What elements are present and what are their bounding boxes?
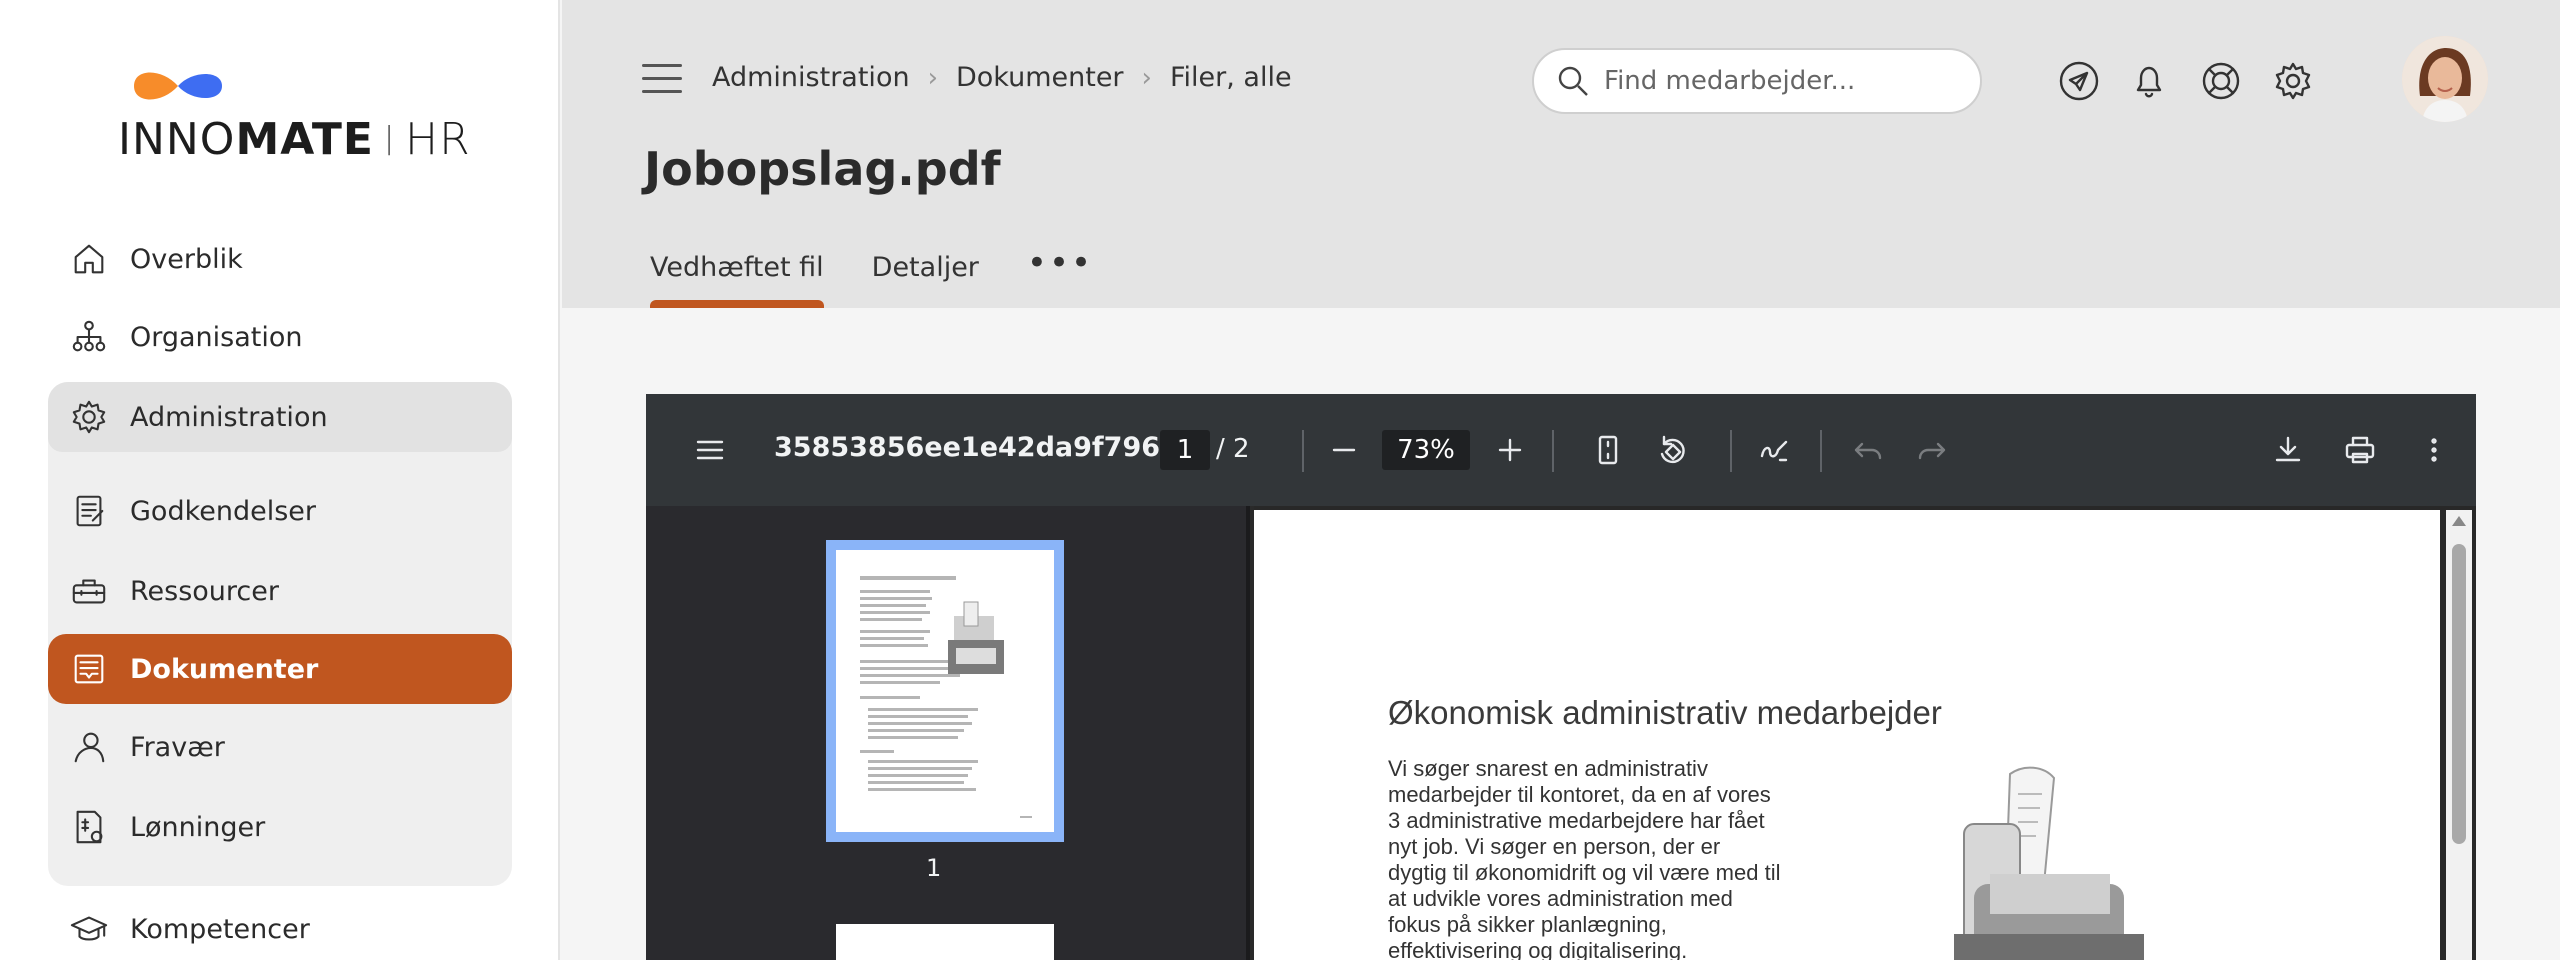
zoom-level-input[interactable]: 73% [1382, 430, 1470, 470]
pdf-page: Økonomisk administrativ medarbejder Vi s… [1254, 510, 2440, 960]
header: Administration › Dokumenter › Filer, all… [562, 0, 2560, 308]
page-count: / 2 [1216, 434, 1250, 464]
sidebar-item-label: Fravær [130, 731, 225, 763]
sidebar: INNOMATE | HR Overblik Organisation Admini… [0, 0, 560, 960]
scroll-up-arrow-icon[interactable] [2452, 516, 2466, 526]
tab-bar: Vedhæftet fil Detaljer ••• [650, 243, 1093, 308]
sidebar-item-label: Dokumenter [130, 653, 319, 685]
sidebar-item-overblik[interactable]: Overblik [48, 224, 512, 294]
pdf-viewer: 35853856ee1e42da9f796... 1 / 2 73% 1 Øko… [646, 394, 2476, 960]
sidebar-item-label: Organisation [130, 321, 303, 353]
sidebar-item-label: Kompetencer [130, 913, 310, 945]
page-number-input[interactable]: 1 [1160, 430, 1210, 470]
infinity-logo-icon [134, 72, 222, 100]
help-lifebuoy-icon[interactable] [2198, 58, 2244, 104]
graduation-cap-icon [68, 908, 110, 950]
more-options-icon[interactable]: ••• [1027, 243, 1093, 283]
user-avatar[interactable] [2402, 36, 2488, 122]
breadcrumb: Administration › Dokumenter › Filer, all… [712, 62, 1292, 93]
brand-wordmark: INNOMATE | HR [118, 114, 471, 165]
person-icon [68, 726, 110, 768]
search-icon [1558, 66, 1588, 96]
toolbar-divider [1552, 430, 1554, 472]
home-icon [68, 238, 110, 280]
thumbnail-pane: 1 [646, 506, 1250, 960]
document-line: nyt job. Vi søger en person, der er [1388, 834, 1721, 859]
undo-icon[interactable] [1846, 428, 1890, 472]
sidebar-item-label: Lønninger [130, 811, 266, 843]
sidebar-item-label: Overblik [130, 243, 243, 275]
document-line: effektivisering og digitalisering. [1388, 938, 1688, 960]
breadcrumb-item[interactable]: Filer, alle [1170, 62, 1292, 93]
page-scrollbar[interactable] [2446, 510, 2472, 960]
sidebar-item-ressourcer[interactable]: Ressourcer [48, 556, 512, 626]
thumbnail-content-icon [860, 576, 1032, 818]
chevron-right-icon: › [1141, 62, 1152, 93]
toolbar-divider [1820, 430, 1822, 472]
sidebar-item-organisation[interactable]: Organisation [48, 302, 512, 372]
sidebar-item-administration[interactable]: Administration [48, 382, 512, 452]
toolbar-divider [1730, 430, 1732, 472]
page-thumbnail[interactable] [836, 924, 1054, 960]
document-title: Økonomisk administrativ medarbejder [1388, 694, 1942, 731]
document-icon [68, 648, 110, 690]
page-title: Jobopslag.pdf [644, 142, 1001, 196]
document-line: at udvikle vores administration med [1388, 886, 1733, 911]
sidebar-item-label: Godkendelser [130, 495, 317, 527]
pdf-filename: 35853856ee1e42da9f796... [774, 432, 1191, 463]
fit-page-icon[interactable] [1586, 428, 1630, 472]
document-body: Vi søger snarest en administrativ medarb… [1388, 756, 1848, 960]
rotate-icon[interactable] [1650, 428, 1694, 472]
settings-gear-icon[interactable] [2270, 58, 2316, 104]
tab-attached-file[interactable]: Vedhæftet fil [650, 252, 824, 308]
sidebar-toggle-icon[interactable] [688, 428, 732, 472]
toolbar-divider [1302, 430, 1304, 472]
scrollbar-thumb[interactable] [2452, 544, 2466, 844]
thumbnail-page-number: 1 [926, 854, 942, 882]
print-icon[interactable] [2338, 428, 2382, 472]
sidebar-item-kompetencer[interactable]: Kompetencer [48, 894, 512, 960]
sidebar-item-lonninger[interactable]: Lønninger [48, 792, 512, 862]
sidebar-item-label: Ressourcer [130, 575, 279, 607]
more-vertical-icon[interactable] [2412, 428, 2456, 472]
breadcrumb-item[interactable]: Administration [712, 62, 910, 93]
thumbnail-preview [836, 550, 1054, 832]
sidebar-item-fravaer[interactable]: Fravær [48, 712, 512, 782]
notification-bell-icon[interactable] [2126, 58, 2172, 104]
org-chart-icon [68, 316, 110, 358]
page-view: Økonomisk administrativ medarbejder Vi s… [1254, 506, 2476, 960]
annotate-pen-icon[interactable] [1752, 428, 1796, 472]
document-line: Vi søger snarest en administrativ [1388, 756, 1708, 781]
download-icon[interactable] [2266, 428, 2310, 472]
document-line: 3 administrative medarbejdere har fået [1388, 808, 1765, 833]
page-thumbnail[interactable] [826, 540, 1064, 842]
toolbox-icon [68, 570, 110, 612]
document-line: medarbejder til kontoret, da en af vores [1388, 782, 1771, 807]
hamburger-menu-icon[interactable] [642, 64, 682, 96]
employee-search[interactable] [1532, 48, 1982, 114]
payslip-icon [68, 806, 110, 848]
sidebar-item-label: Administration [130, 401, 328, 433]
breadcrumb-item[interactable]: Dokumenter [956, 62, 1124, 93]
search-input[interactable] [1604, 66, 1964, 96]
gear-icon [68, 396, 110, 438]
zoom-out-icon[interactable] [1322, 428, 1366, 472]
checklist-icon [68, 490, 110, 532]
brand-logo[interactable]: INNOMATE | HR [118, 64, 470, 165]
user-photo-icon [2402, 36, 2488, 122]
navigate-icon[interactable] [2056, 58, 2102, 104]
zoom-in-icon[interactable] [1488, 428, 1532, 472]
redo-icon[interactable] [1910, 428, 1954, 472]
document-line: dygtig til økonomidrift og vil være med … [1388, 860, 1781, 885]
sidebar-item-godkendelser[interactable]: Godkendelser [48, 476, 512, 546]
calculator-image [1954, 766, 2144, 960]
document-line: fokus på sikker planlægning, [1388, 912, 1667, 937]
sidebar-item-dokumenter[interactable]: Dokumenter [48, 634, 512, 704]
pdf-toolbar: 35853856ee1e42da9f796... 1 / 2 73% [646, 394, 2476, 506]
chevron-right-icon: › [927, 62, 938, 93]
tab-details[interactable]: Detaljer [872, 252, 979, 283]
